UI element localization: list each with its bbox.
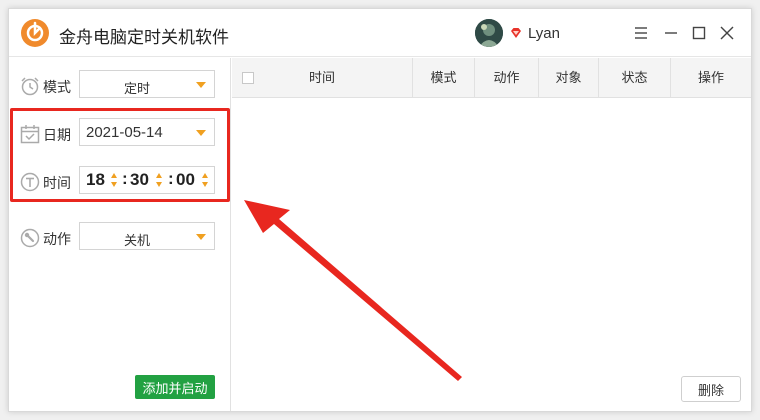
chevron-down-icon [196,234,206,240]
username[interactable]: Lyan [528,25,560,42]
second-field[interactable]: 00 [176,170,195,190]
vip-diamond-icon [511,28,521,38]
maximize-icon[interactable] [689,23,709,43]
spin-down-icon[interactable] [156,182,162,187]
col-header-mode[interactable]: 模式 [412,58,474,98]
time-input: 18 : 30 : 00 [79,166,215,194]
col-header-action[interactable]: 动作 [474,58,538,98]
alarm-clock-icon [21,77,39,96]
col-header-operation[interactable]: 操作 [670,58,751,98]
clock-t-icon [20,172,40,192]
action-value: 关机 [123,233,150,248]
chevron-down-icon [196,130,206,136]
date-value: 2021-05-14 [86,124,163,141]
user-avatar[interactable] [475,19,503,47]
calendar-icon [20,125,40,144]
app-window: 金舟电脑定时关机软件 Lyan 模式 定时 日期 2021-05-14 时间 1… [8,8,752,412]
app-logo-icon [21,19,49,47]
mode-value: 定时 [123,81,150,96]
delete-button[interactable]: 删除 [681,376,741,402]
col-header-status[interactable]: 状态 [598,58,670,98]
date-picker[interactable]: 2021-05-14 [79,118,215,146]
mode-select[interactable]: 定时 [79,70,215,98]
minimize-icon[interactable] [661,23,681,43]
action-select[interactable]: 关机 [79,222,215,250]
close-icon[interactable] [717,23,737,43]
table-header: 时间 模式 动作 对象 状态 操作 [232,58,751,98]
app-title: 金舟电脑定时关机软件 [59,28,229,47]
spin-down-icon[interactable] [111,182,117,187]
mode-label: 模式 [43,79,71,95]
spin-up-icon[interactable] [111,173,117,178]
spin-up-icon[interactable] [202,173,208,178]
time-colon: : [122,169,128,188]
minute-spinner[interactable] [156,173,164,189]
title-bar: 金舟电脑定时关机软件 Lyan [9,9,751,57]
date-row: 日期 2021-05-14 [19,118,229,148]
spin-down-icon[interactable] [202,182,208,187]
second-spinner[interactable] [202,173,210,189]
hour-field[interactable]: 18 [86,170,105,190]
add-and-start-button[interactable]: 添加并启动 [135,375,215,399]
spin-up-icon[interactable] [156,173,162,178]
date-label: 日期 [43,127,71,143]
col-header-time[interactable]: 时间 [232,58,412,98]
hour-spinner[interactable] [111,173,119,189]
time-label: 时间 [43,175,71,191]
mode-row: 模式 定时 [19,70,229,100]
action-row: 动作 关机 [19,222,229,252]
time-row: 时间 18 : 30 : 00 [19,166,229,196]
chevron-down-icon [196,82,206,88]
action-label: 动作 [43,231,71,247]
menu-icon[interactable] [631,23,651,43]
task-table: 时间 模式 动作 对象 状态 操作 删除 [232,58,751,411]
col-header-target[interactable]: 对象 [538,58,598,98]
settings-panel: 模式 定时 日期 2021-05-14 时间 18: 30: 00 动作 关… [9,58,231,411]
minute-field[interactable]: 30 [130,170,149,190]
wrench-icon [20,228,40,248]
time-colon: : [168,169,174,188]
